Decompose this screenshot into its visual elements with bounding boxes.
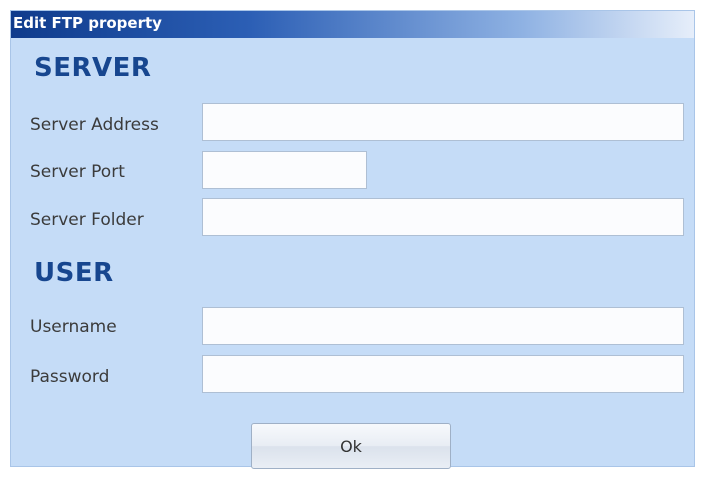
password-label: Password xyxy=(30,367,110,387)
dialog-title: Edit FTP property xyxy=(13,14,162,32)
dialog-titlebar[interactable]: Edit FTP property xyxy=(11,11,694,38)
username-input[interactable] xyxy=(202,307,684,345)
server-port-input[interactable] xyxy=(202,151,367,189)
server-folder-label: Server Folder xyxy=(30,210,144,230)
server-address-label: Server Address xyxy=(30,115,159,135)
server-address-input[interactable] xyxy=(202,103,684,141)
server-port-label: Server Port xyxy=(30,162,125,182)
edit-ftp-property-dialog: Edit FTP property SERVER Server Address … xyxy=(10,10,695,469)
password-input[interactable] xyxy=(202,355,684,393)
server-section-heading: SERVER xyxy=(34,53,152,83)
server-folder-input[interactable] xyxy=(202,198,684,236)
ok-button[interactable]: Ok xyxy=(251,423,451,469)
user-section-heading: USER xyxy=(34,258,114,288)
username-label: Username xyxy=(30,317,117,337)
